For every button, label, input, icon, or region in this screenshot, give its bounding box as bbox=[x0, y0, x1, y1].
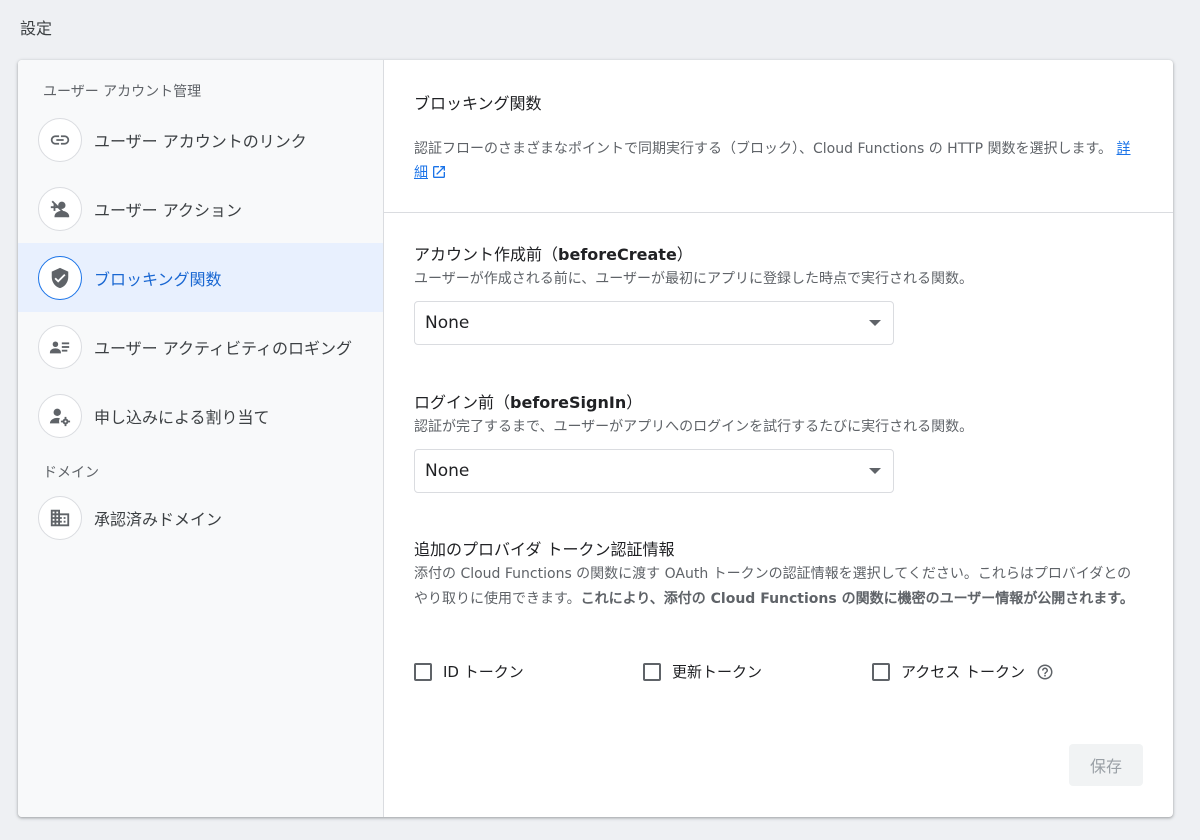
before-create-description: ユーザーが作成される前に、ユーザーが最初にアプリに登録した時点で実行される関数。 bbox=[414, 271, 974, 287]
before-create-field: アカウント作成前（beforeCreate） ユーザーが作成される前に、ユーザー… bbox=[414, 243, 973, 345]
before-create-select-value: None bbox=[425, 313, 470, 333]
sidebar-item-subscription-assignment[interactable]: 申し込みによる割り当て bbox=[18, 381, 383, 450]
sidebar-item-activity-logging[interactable]: ユーザー アクティビティのロギング bbox=[18, 312, 383, 381]
before-create-title: アカウント作成前（beforeCreate） bbox=[414, 243, 973, 267]
building-icon bbox=[38, 495, 82, 540]
shield-check-icon bbox=[38, 255, 82, 300]
sidebar-item-label: 承認済みドメイン bbox=[94, 509, 223, 529]
token-checkbox-row: ID トークン 更新トークン アクセス トークン bbox=[414, 661, 1101, 682]
save-button[interactable]: 保存 bbox=[1069, 744, 1143, 786]
before-signin-description: 認証が完了するまで、ユーザーがアプリへのログインを試行するたびに実行される関数。 bbox=[414, 419, 974, 435]
section-title: ブロッキング関数 bbox=[414, 94, 542, 113]
dropdown-arrow-icon bbox=[869, 468, 881, 474]
id-token-checkbox[interactable]: ID トークン bbox=[414, 661, 643, 682]
before-signin-field: ログイン前（beforeSignIn） 認証が完了するまで、ユーザーがアプリへの… bbox=[414, 391, 973, 493]
before-create-select[interactable]: None bbox=[414, 301, 894, 345]
section-description: 認証フローのさまざまなポイントで同期実行する（ブロック）、Cloud Funct… bbox=[414, 137, 1143, 185]
section-description-text: 認証フローのさまざまなポイントで同期実行する（ブロック）、Cloud Funct… bbox=[414, 141, 1113, 157]
sidebar: ユーザー アカウント管理 ユーザー アカウントのリンク ユーザー アクション ブ… bbox=[18, 60, 384, 817]
sidebar-section-domain: ドメイン bbox=[43, 465, 99, 481]
settings-card: ユーザー アカウント管理 ユーザー アカウントのリンク ユーザー アクション ブ… bbox=[18, 60, 1173, 817]
before-signin-title: ログイン前（beforeSignIn） bbox=[414, 391, 973, 415]
sidebar-item-label: ユーザー アクティビティのロギング bbox=[94, 338, 353, 358]
dropdown-arrow-icon bbox=[869, 320, 881, 326]
checkbox-label: ID トークン bbox=[443, 663, 524, 681]
checkbox-box[interactable] bbox=[872, 662, 890, 681]
checkbox-box[interactable] bbox=[414, 662, 432, 681]
access-token-checkbox[interactable]: アクセス トークン bbox=[872, 661, 1101, 682]
checkbox-label: アクセス トークン bbox=[901, 663, 1026, 681]
open-in-new-icon[interactable] bbox=[431, 164, 447, 180]
provider-token-field: 追加のプロバイダ トークン認証情報 添付の Cloud Functions の関… bbox=[414, 538, 1144, 612]
before-signin-title-code: beforeSignIn bbox=[510, 393, 627, 412]
section-header: ブロッキング関数 認証フローのさまざまなポイントで同期実行する（ブロック）、Cl… bbox=[384, 60, 1173, 213]
sidebar-item-authorized-domains[interactable]: 承認済みドメイン bbox=[18, 483, 383, 552]
provider-token-title: 追加のプロバイダ トークン認証情報 bbox=[414, 540, 675, 559]
before-create-title-code: beforeCreate bbox=[558, 245, 677, 264]
badge-list-icon bbox=[38, 324, 82, 369]
page-title: 設定 bbox=[20, 19, 53, 38]
before-create-title-prefix: アカウント作成前（ bbox=[414, 245, 559, 264]
checkbox-label: 更新トークン bbox=[672, 663, 763, 681]
before-signin-title-prefix: ログイン前（ bbox=[414, 393, 511, 412]
before-signin-title-suffix: ） bbox=[626, 393, 643, 412]
provider-token-description: 添付の Cloud Functions の関数に渡す OAuth トークンの認証… bbox=[414, 562, 1144, 612]
sidebar-item-label: ブロッキング関数 bbox=[94, 269, 222, 289]
help-icon[interactable] bbox=[1036, 663, 1054, 681]
person-off-icon bbox=[38, 186, 82, 231]
sidebar-item-user-actions[interactable]: ユーザー アクション bbox=[18, 174, 383, 243]
sidebar-item-label: 申し込みによる割り当て bbox=[94, 407, 270, 427]
sidebar-section-user-management: ユーザー アカウント管理 bbox=[43, 84, 202, 100]
sidebar-item-account-linking[interactable]: ユーザー アカウントのリンク bbox=[18, 105, 383, 174]
before-create-title-suffix: ） bbox=[676, 245, 693, 264]
main-panel: ブロッキング関数 認証フローのさまざまなポイントで同期実行する（ブロック）、Cl… bbox=[384, 60, 1173, 817]
before-signin-select[interactable]: None bbox=[414, 449, 894, 493]
before-signin-select-value: None bbox=[425, 461, 470, 481]
link-icon bbox=[38, 117, 82, 162]
person-gear-icon bbox=[38, 393, 82, 438]
provider-token-warning: これにより、添付の Cloud Functions の関数に機密のユーザー情報が… bbox=[580, 591, 1134, 607]
checkbox-box[interactable] bbox=[643, 662, 661, 681]
refresh-token-checkbox[interactable]: 更新トークン bbox=[643, 661, 872, 682]
sidebar-item-blocking-functions[interactable]: ブロッキング関数 bbox=[18, 243, 383, 312]
sidebar-item-label: ユーザー アカウントのリンク bbox=[94, 131, 307, 151]
sidebar-item-label: ユーザー アクション bbox=[94, 200, 242, 220]
